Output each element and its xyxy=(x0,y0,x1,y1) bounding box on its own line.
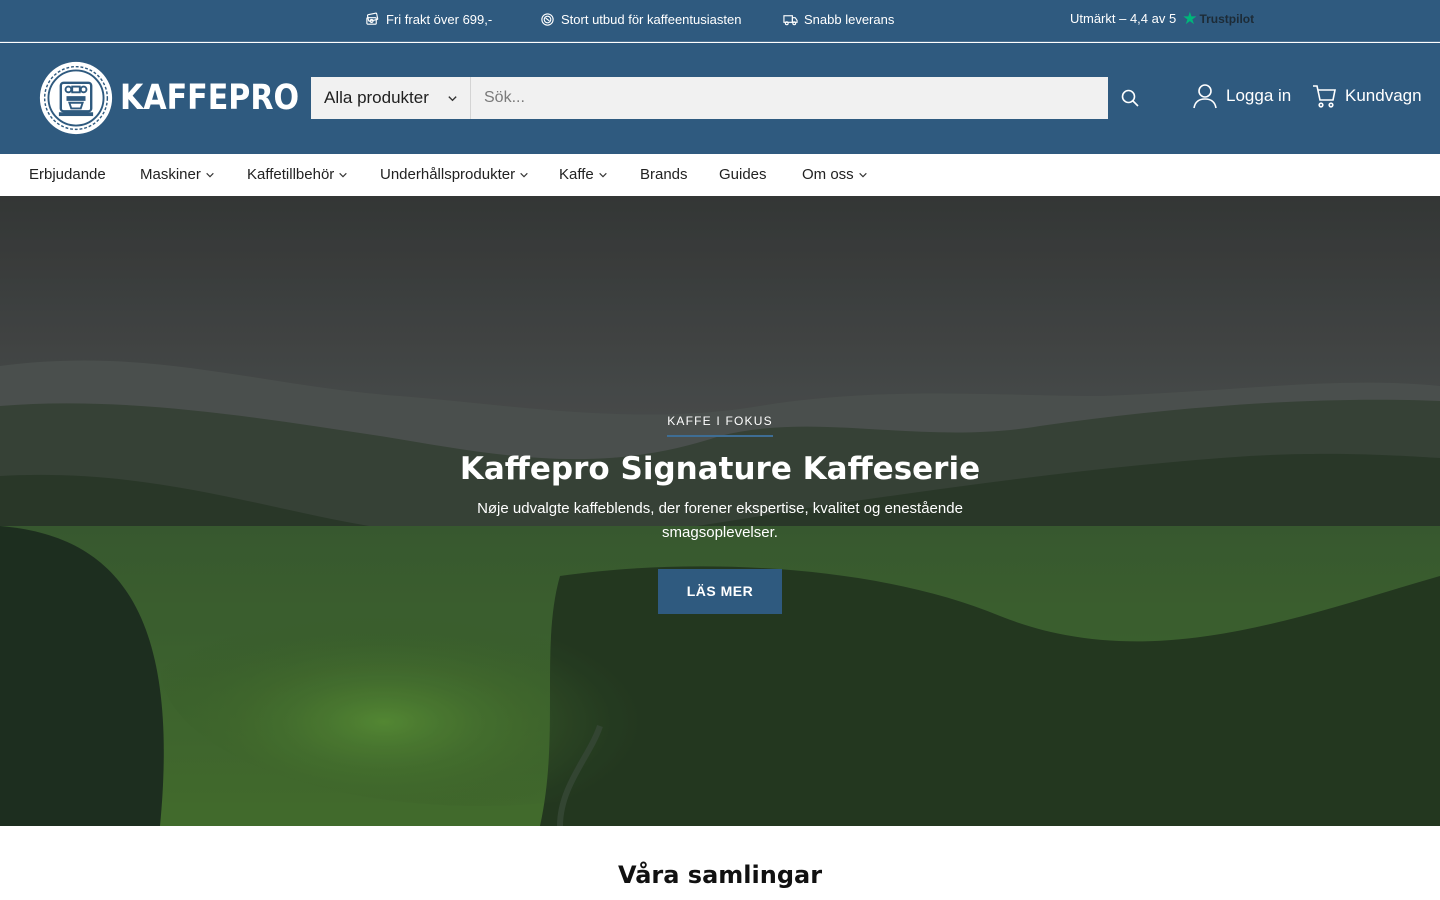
logo-text: KAFFEPRO xyxy=(120,78,300,118)
rating-text: Utmärkt – 4,4 av 5 xyxy=(1070,11,1177,26)
espresso-machine-logo-icon xyxy=(39,61,113,135)
login-link[interactable]: Logga in xyxy=(1193,83,1291,109)
trustpilot-logo: Trustpilot xyxy=(1199,11,1255,26)
hero-banner: KAFFE I FOKUS Kaffepro Signature Kaffese… xyxy=(0,196,1440,826)
collections-title: Våra samlingar xyxy=(617,861,823,889)
nav-item-label: Kaffetillbehör xyxy=(247,166,335,183)
hero-title: Kaffepro Signature Kaffeserie xyxy=(459,451,981,487)
logo[interactable]: KAFFEPRO xyxy=(38,60,328,136)
chevron-down-icon xyxy=(599,172,607,177)
nav-item-brands[interactable]: Brands xyxy=(640,166,688,183)
chevron-down-icon xyxy=(858,172,867,177)
chevron-down-icon xyxy=(520,172,528,177)
usp-label: Fri frakt över 699,- xyxy=(386,12,493,27)
search-category-select[interactable]: Alla produkter xyxy=(311,77,471,119)
cart-link[interactable]: Kundvagn xyxy=(1312,83,1422,109)
truck-icon xyxy=(783,15,798,26)
nav-item-underhallsprodukter[interactable]: Underhållsprodukter xyxy=(380,166,529,183)
main-nav: Erbjudande Maskiner Kaffetillbehör Under… xyxy=(0,154,1440,196)
usp-free-shipping: Fri frakt över 699,- xyxy=(365,12,492,27)
usp-label: Stort utbud för kaffeentusiasten xyxy=(561,12,742,27)
nav-item-kaffetillbehor[interactable]: Kaffetillbehör xyxy=(247,166,348,183)
chevron-down-icon xyxy=(206,172,214,177)
chevron-down-icon xyxy=(448,95,457,101)
nav-item-erbjudande[interactable]: Erbjudande xyxy=(29,166,106,183)
login-label: Logga in xyxy=(1226,86,1292,105)
nav-item-label: Brands xyxy=(640,166,688,183)
usp-fast-delivery: Snabb leverans xyxy=(783,12,894,27)
announcement-bar: Fri frakt över 699,- Stort utbud för kaf… xyxy=(0,0,1440,42)
search-category-label: Alla produkter xyxy=(324,88,429,107)
hero-subtitle: Nøje udvalgte kaffeblends, der forener e… xyxy=(477,500,963,541)
chevron-down-icon xyxy=(339,172,348,177)
nav-item-label: Guides xyxy=(719,166,767,183)
nav-item-maskiner[interactable]: Maskiner xyxy=(140,166,215,183)
cart-label: Kundvagn xyxy=(1345,86,1422,105)
cart-icon xyxy=(1313,85,1336,108)
user-icon xyxy=(1193,84,1217,109)
nav-item-guides[interactable]: Guides xyxy=(719,166,767,183)
nav-item-kaffe[interactable]: Kaffe xyxy=(559,166,608,183)
coffee-beans-icon xyxy=(541,13,554,26)
read-more-button[interactable]: LÄS MER xyxy=(658,569,782,614)
search-bar: Alla produkter xyxy=(311,77,1108,119)
nav-item-om-oss[interactable]: Om oss xyxy=(802,166,868,183)
search-input[interactable] xyxy=(471,77,1108,119)
search-icon[interactable] xyxy=(1120,88,1140,108)
nav-item-label: Om oss xyxy=(802,166,854,183)
nav-item-label: Erbjudande xyxy=(29,166,106,183)
hero-content: KAFFE I FOKUS Kaffepro Signature Kaffese… xyxy=(0,412,1440,614)
hero-eyebrow: KAFFE I FOKUS xyxy=(667,414,773,437)
nav-item-label: Underhållsprodukter xyxy=(380,166,516,183)
usp-label: Snabb leverans xyxy=(804,12,895,27)
usp-selection: Stort utbud för kaffeentusiasten xyxy=(540,12,741,27)
nav-item-label: Kaffe xyxy=(559,166,594,183)
trustpilot-star-icon: ★ xyxy=(1182,8,1198,28)
money-icon xyxy=(366,12,379,25)
nav-item-label: Maskiner xyxy=(140,166,201,183)
site-header: KAFFEPRO Alla produkter Logga in Kundvag… xyxy=(0,43,1440,154)
trustpilot-rating[interactable]: Utmärkt – 4,4 av 5 ★ Trustpilot xyxy=(1070,8,1255,28)
